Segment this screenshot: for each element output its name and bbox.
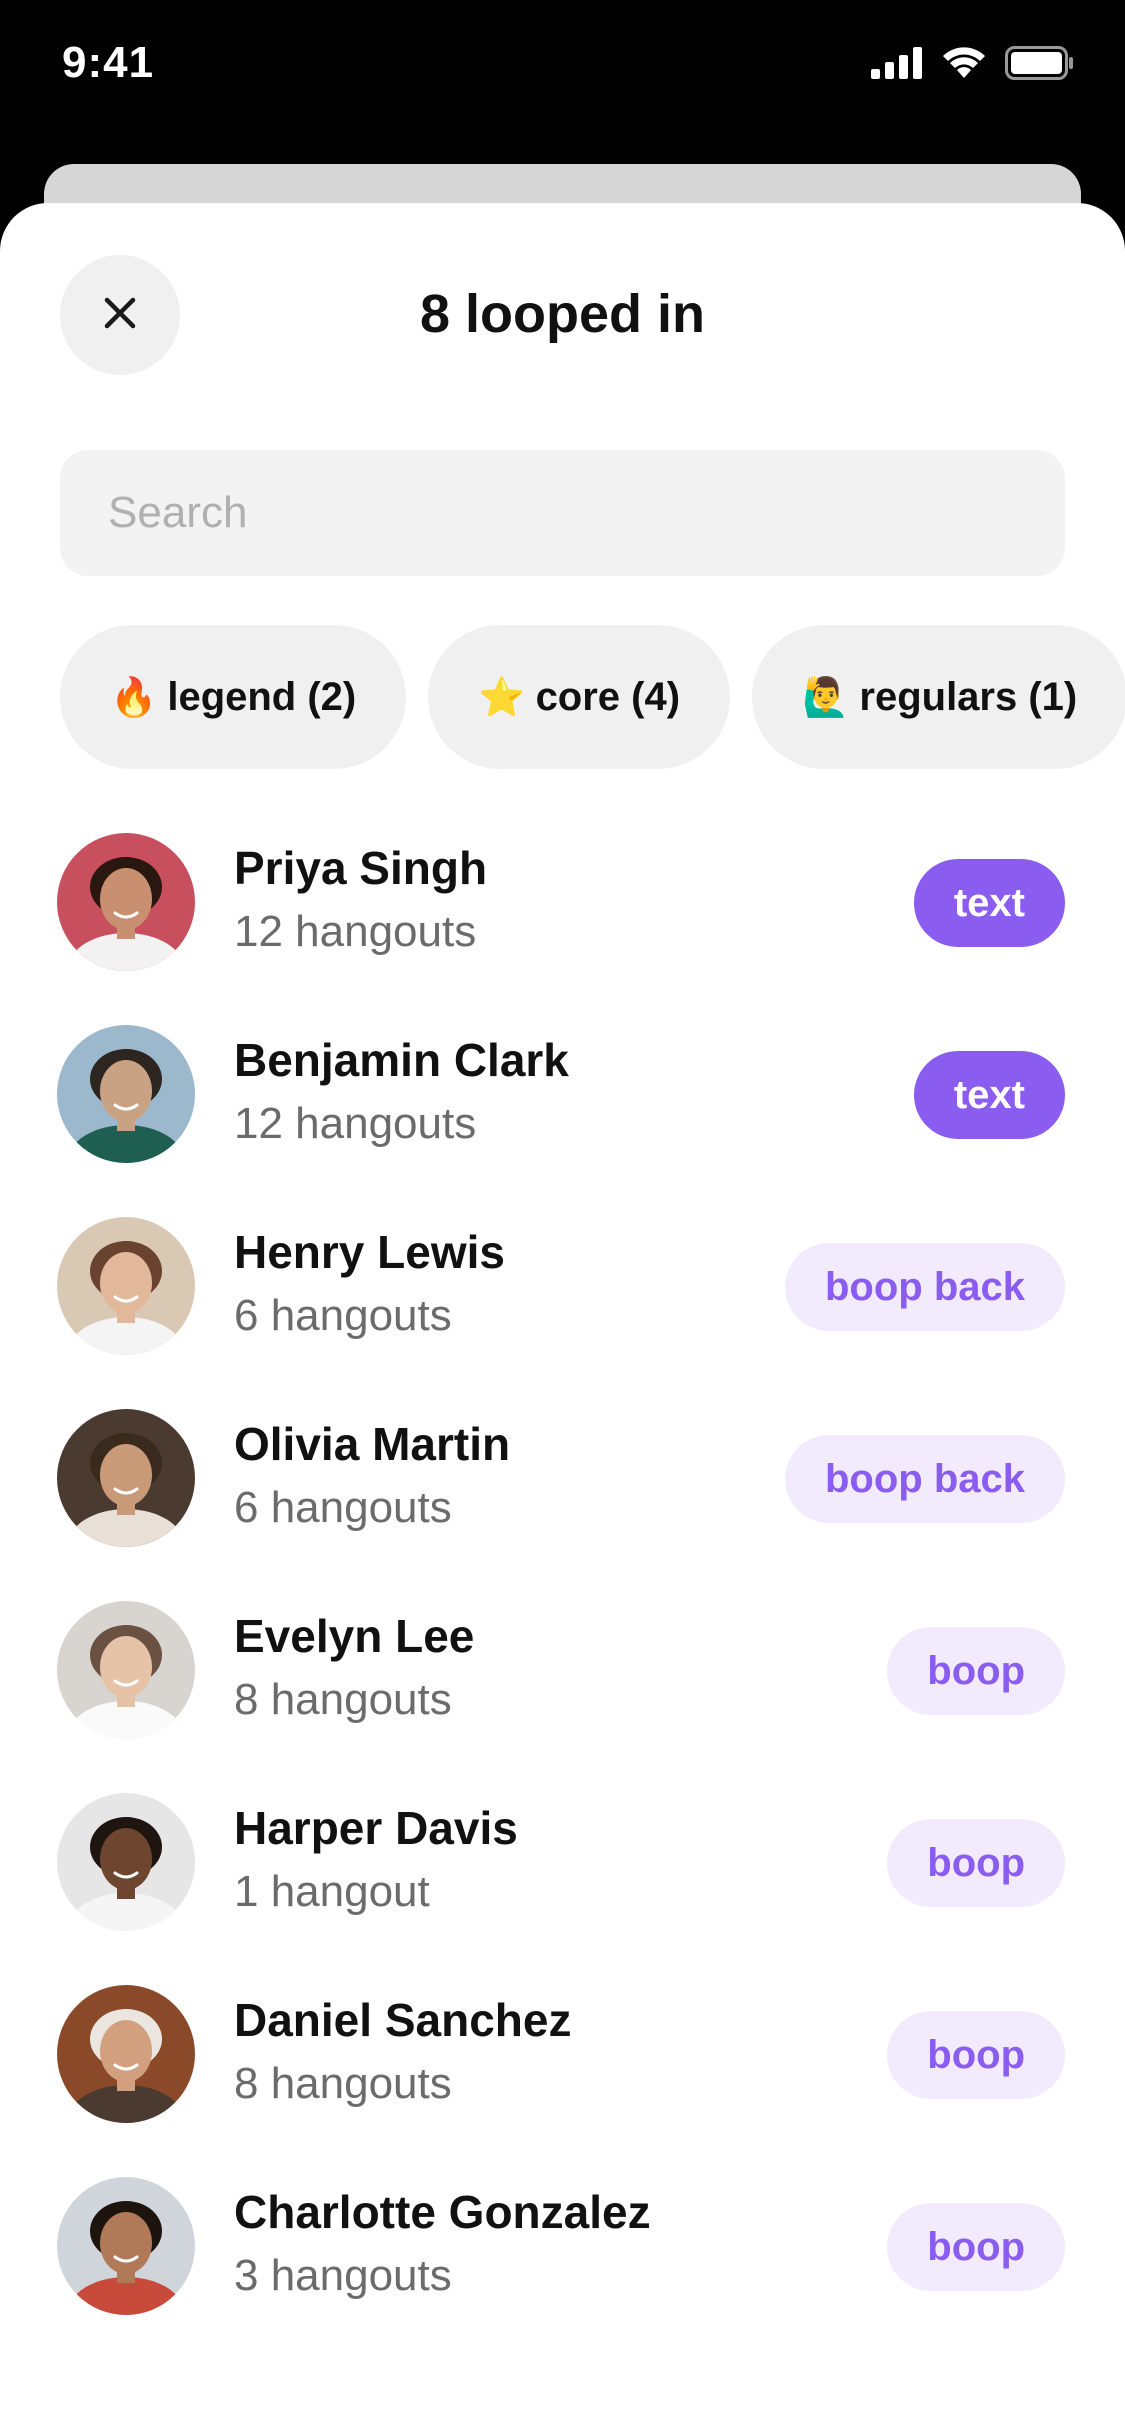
text-button[interactable]: text	[913, 859, 1065, 947]
filter-chip-label: core (4)	[535, 674, 681, 719]
person-name: Henry Lewis	[234, 1226, 505, 1278]
filter-chips: 🔥 legend (2) ⭐ core (4) 🙋‍♂️ regulars (1…	[60, 625, 1125, 769]
boop-button[interactable]: boop	[887, 2203, 1065, 2291]
close-button[interactable]	[60, 255, 180, 375]
hangout-count: 8 hangouts	[234, 2059, 452, 2108]
list-item[interactable]: Benjamin Clark 12 hangouts text	[0, 1015, 1125, 1207]
avatar	[57, 1793, 195, 1931]
person-name: Priya Singh	[234, 842, 488, 894]
avatar	[57, 2177, 195, 2315]
text-button[interactable]: text	[913, 1051, 1065, 1139]
signal-icon	[871, 47, 923, 79]
star-icon: ⭐	[478, 674, 526, 719]
person-name: Benjamin Clark	[234, 1034, 569, 1086]
person-name: Daniel Sanchez	[234, 1994, 572, 2046]
avatar	[57, 1217, 195, 1355]
hangout-count: 3 hangouts	[234, 2251, 452, 2300]
filter-chip-legend[interactable]: 🔥 legend (2)	[60, 625, 407, 769]
raising-hand-icon: 🙋‍♂️	[802, 674, 850, 719]
list-item[interactable]: Henry Lewis 6 hangouts boop back	[0, 1207, 1125, 1399]
boop-button[interactable]: boop	[887, 1819, 1065, 1907]
fire-icon: 🔥	[110, 674, 158, 719]
avatar	[57, 1601, 195, 1739]
avatar	[57, 1025, 195, 1163]
list-item[interactable]: Charlotte Gonzalez 3 hangouts boop	[0, 2167, 1125, 2359]
filter-chip-regulars[interactable]: 🙋‍♂️ regulars (1)	[752, 625, 1125, 769]
list-item[interactable]: Evelyn Lee 8 hangouts boop	[0, 1591, 1125, 1783]
avatar	[57, 1985, 195, 2123]
hangout-count: 1 hangout	[234, 1867, 430, 1916]
search-input[interactable]	[60, 450, 1065, 576]
boop-button[interactable]: boop	[887, 2011, 1065, 2099]
avatar	[57, 833, 195, 971]
hangout-count: 6 hangouts	[234, 1291, 452, 1340]
person-name: Harper Davis	[234, 1802, 518, 1854]
boop-button[interactable]: boop	[887, 1627, 1065, 1715]
list-item[interactable]: Daniel Sanchez 8 hangouts boop	[0, 1975, 1125, 2167]
list-item[interactable]: Olivia Martin 6 hangouts boop back	[0, 1399, 1125, 1591]
battery-icon	[1005, 46, 1075, 80]
hangout-count: 6 hangouts	[234, 1483, 452, 1532]
hangout-count: 8 hangouts	[234, 1675, 452, 1724]
wifi-icon	[941, 46, 987, 80]
hangout-count: 12 hangouts	[234, 907, 477, 956]
hangout-count: 12 hangouts	[234, 1099, 477, 1148]
status-bar: 9:41	[0, 0, 1125, 140]
boop-back-button[interactable]: boop back	[784, 1243, 1065, 1331]
person-name: Charlotte Gonzalez	[234, 2186, 651, 2238]
person-name: Olivia Martin	[234, 1418, 511, 1470]
avatar	[57, 1409, 195, 1547]
close-icon	[102, 295, 138, 336]
boop-back-button[interactable]: boop back	[784, 1435, 1065, 1523]
filter-chip-core[interactable]: ⭐ core (4)	[428, 625, 731, 769]
list-item[interactable]: Priya Singh 12 hangouts text	[0, 823, 1125, 1015]
filter-chip-label: legend (2)	[167, 674, 357, 719]
status-time: 9:41	[62, 38, 155, 87]
looped-in-sheet: 8 looped in 🔥 legend (2) ⭐ core (4) 🙋‍♂️…	[0, 203, 1125, 2436]
filter-chip-label: regulars (1)	[859, 674, 1078, 719]
people-list: Priya Singh 12 hangouts text Benjamin Clark…	[0, 823, 1125, 2359]
status-icons	[871, 46, 1075, 80]
list-item[interactable]: Harper Davis 1 hangout boop	[0, 1783, 1125, 1975]
person-name: Evelyn Lee	[234, 1610, 475, 1662]
